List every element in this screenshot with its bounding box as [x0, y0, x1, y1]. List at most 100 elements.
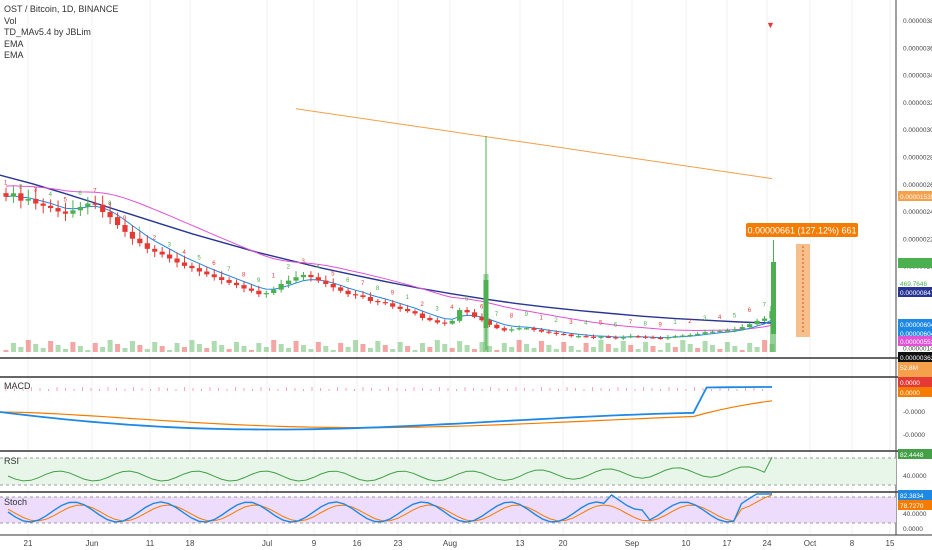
volume-bar	[100, 347, 106, 352]
volume-bar	[77, 346, 83, 352]
volume-bar	[635, 349, 641, 352]
indicator-tick-label: 40.0000	[903, 473, 927, 480]
volume-bar	[300, 345, 306, 352]
candle-down	[144, 243, 150, 249]
candle-down	[642, 336, 649, 338]
volume-bar	[583, 343, 589, 352]
candle-up	[665, 337, 671, 339]
volume-bar	[546, 345, 552, 352]
candle-up	[70, 210, 76, 214]
volume-bar	[598, 340, 604, 352]
volume-bar	[412, 350, 418, 352]
candle-down	[167, 254, 173, 259]
time-tick-label: 9	[312, 539, 317, 548]
volume-bar	[687, 344, 693, 352]
candle-up	[516, 328, 522, 330]
stoch-pane[interactable]	[0, 493, 896, 524]
volume-bar	[167, 350, 173, 352]
candle-down	[122, 225, 128, 232]
time-tick-label: 17	[723, 539, 732, 548]
volume-bar	[25, 340, 31, 352]
volume-bar	[390, 349, 396, 352]
volume-bar	[345, 347, 351, 352]
candle-down	[330, 283, 336, 288]
candle-down	[100, 204, 106, 213]
volume-bar	[241, 346, 247, 352]
candle-up	[620, 337, 626, 339]
stoch-label[interactable]: Stoch	[4, 497, 27, 507]
candle-up	[598, 336, 604, 338]
price-tag-label: 0.00000604	[900, 322, 932, 329]
candle-up	[628, 336, 634, 338]
volume-bar	[665, 343, 671, 352]
price-tick-label: 0.00000300	[903, 127, 932, 134]
indicator-label[interactable]: Vol	[4, 16, 118, 28]
arrow-down-icon: ▼	[766, 20, 775, 30]
volume-bar	[695, 348, 701, 352]
candle-down	[375, 300, 381, 303]
volume-bar	[189, 340, 195, 352]
time-tick-label: Aug	[443, 539, 457, 548]
price-tick-label: 0.00000260	[903, 182, 932, 189]
candle-up	[300, 274, 307, 278]
candle-up	[702, 332, 708, 334]
indicator-label[interactable]: TD_MAv5.4 by JBLim	[4, 27, 118, 39]
time-tick-label: 13	[516, 539, 525, 548]
volume-bar	[338, 343, 344, 352]
price-tag-label: 0.00000553	[900, 339, 932, 346]
candle-up	[687, 334, 693, 337]
indicator-label[interactable]: EMA	[4, 39, 118, 51]
volume-bar	[397, 342, 403, 352]
candle-up	[449, 320, 455, 324]
rsi-pane[interactable]	[0, 456, 896, 486]
symbol-title[interactable]: OST / Bitcoin, 1D, BINANCE	[4, 4, 118, 16]
candle-down	[613, 337, 619, 339]
volume-bar	[724, 342, 730, 352]
candle-down	[427, 317, 433, 321]
candle-down	[442, 322, 448, 324]
volume-bar	[628, 345, 634, 352]
indicator-label[interactable]: EMA	[4, 50, 118, 62]
price-tick-label: 0.00000240	[903, 209, 932, 216]
volume-bar	[568, 346, 574, 352]
time-tick-label: 11	[146, 539, 155, 548]
price-tag	[898, 258, 932, 268]
candle-down	[412, 311, 418, 314]
candle-down	[501, 328, 507, 331]
candle-down	[546, 331, 552, 333]
candle-down	[107, 212, 113, 218]
candle-down	[226, 280, 232, 283]
candle-up	[509, 329, 515, 331]
candle-up	[771, 262, 776, 334]
price-tag-label: 52.8M	[900, 365, 918, 372]
candle-down	[308, 274, 314, 278]
indicator-tag-label: 78.7270	[900, 503, 924, 510]
volume-bar	[107, 340, 113, 352]
candle-down	[494, 324, 500, 329]
candle-up	[10, 193, 17, 197]
volume-bar	[427, 347, 433, 352]
candle-down	[174, 258, 180, 263]
candle-down	[553, 332, 559, 334]
candle-up	[754, 320, 760, 325]
volume-bar	[739, 350, 745, 352]
candle-down	[137, 238, 143, 244]
candle-up	[680, 335, 686, 337]
indicator-tick-label: -0.0000	[903, 409, 925, 416]
time-tick-label: 16	[353, 539, 362, 548]
rsi-label[interactable]: RSI	[4, 456, 19, 466]
volume-bar	[18, 347, 24, 352]
candle-down	[605, 336, 611, 338]
volume-bar	[650, 346, 656, 352]
candle-up	[85, 203, 91, 207]
volume-bar	[286, 348, 292, 352]
candle-down	[538, 329, 545, 332]
volume-bar	[323, 346, 329, 352]
indicator-tag-label: 82.4448	[900, 452, 924, 459]
volume-bar	[122, 348, 128, 352]
volume-bar	[353, 340, 359, 352]
volume-bar	[457, 341, 463, 352]
tradingview-chart[interactable]: 12 3456 789123456789123456 789123 4567 8 91 2 3 4…	[0, 0, 932, 550]
volume-bar	[263, 347, 269, 352]
macd-label[interactable]: MACD	[4, 381, 31, 391]
